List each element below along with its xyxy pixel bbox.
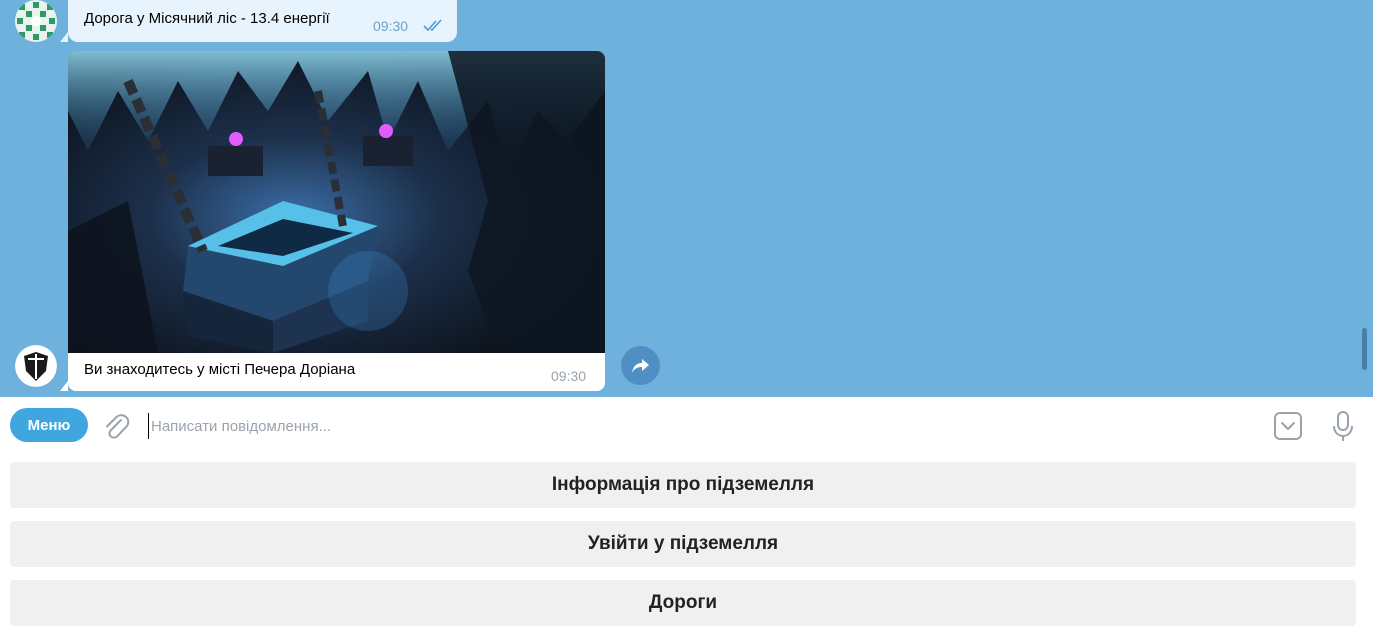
message-text: Ви знаходитесь у місті Печера Доріана xyxy=(84,361,356,378)
message-composer: Меню xyxy=(0,397,1373,453)
message-text: Дорога у Місячний ліс - 13.4 енергії xyxy=(84,10,330,27)
bubble-tail xyxy=(60,32,68,42)
incoming-message[interactable]: Ви знаходитесь у місті Печера Доріана 09… xyxy=(68,51,605,391)
share-arrow-icon xyxy=(632,359,649,373)
bot-keyboard-toggle-icon[interactable] xyxy=(1273,411,1303,446)
outgoing-message[interactable]: Дорога у Місячний ліс - 13.4 енергії 09:… xyxy=(60,0,457,42)
message-input[interactable] xyxy=(148,413,1251,439)
user-avatar[interactable] xyxy=(15,0,57,42)
paperclip-icon[interactable] xyxy=(102,411,130,446)
message-time: 09:30 xyxy=(551,368,587,384)
keyboard-button-enter-dungeon[interactable]: Увійти у підземелля xyxy=(10,521,1356,567)
microphone-icon[interactable] xyxy=(1331,409,1355,448)
share-button[interactable] xyxy=(621,346,660,385)
dungeon-cave-image[interactable] xyxy=(68,51,605,353)
keyboard-button-roads[interactable]: Дороги xyxy=(10,580,1356,626)
bubble-tail xyxy=(60,381,68,391)
chat-scrollbar[interactable] xyxy=(1362,328,1367,370)
message-time: 09:30 xyxy=(373,18,409,34)
double-check-icon xyxy=(423,18,445,36)
menu-button[interactable]: Меню xyxy=(10,408,88,442)
chat-area: Дорога у Місячний ліс - 13.4 енергії 09:… xyxy=(0,0,1373,397)
keyboard-button-dungeon-info[interactable]: Інформація про підземелля xyxy=(10,462,1356,508)
bot-avatar[interactable] xyxy=(15,345,57,387)
